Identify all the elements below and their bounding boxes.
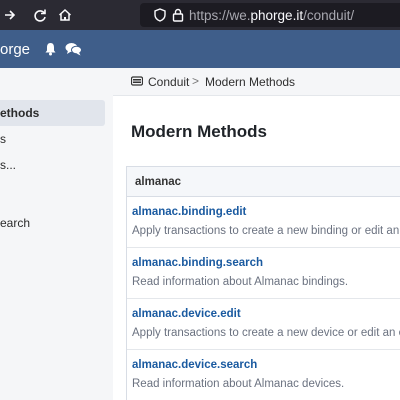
conduit-icon xyxy=(131,76,143,86)
group-header: almanac xyxy=(127,167,400,197)
breadcrumb-current: Modern Methods xyxy=(205,75,296,89)
method-description: Apply transactions to create a new devic… xyxy=(132,327,400,339)
list-item[interactable]: almanac.device.search Read information a… xyxy=(127,350,400,400)
sidebar-item-label: s xyxy=(0,132,6,146)
method-list: almanac almanac.binding.edit Apply trans… xyxy=(126,166,400,400)
home-icon[interactable] xyxy=(57,7,73,23)
sidebar-item-modern-methods[interactable]: ethods xyxy=(0,100,105,126)
page-title: Modern Methods xyxy=(131,122,267,141)
url-text[interactable]: https://we.phorge.it/conduit/ xyxy=(189,8,354,23)
url-prefix: https://we. xyxy=(189,8,251,23)
sidebar-item-label: s... xyxy=(0,158,17,172)
sidebar-item-2[interactable]: s xyxy=(0,126,105,152)
method-link[interactable]: almanac.binding.search xyxy=(132,257,400,269)
sidebar-item-3[interactable]: s... xyxy=(0,152,105,178)
list-item[interactable]: almanac.binding.edit Apply transactions … xyxy=(127,197,400,248)
chat-bubbles-icon[interactable] xyxy=(65,42,82,56)
sidebar-item-label: earch xyxy=(0,216,31,230)
lock-icon[interactable] xyxy=(170,7,186,23)
method-description: Read information about Almanac devices. xyxy=(132,378,345,390)
breadcrumb-conduit[interactable]: Conduit xyxy=(148,75,189,89)
app-header xyxy=(0,30,400,68)
shield-icon[interactable] xyxy=(152,7,168,23)
forward-arrow-icon[interactable] xyxy=(2,7,18,23)
url-path: /conduit/ xyxy=(303,8,355,23)
bell-icon[interactable] xyxy=(44,42,57,56)
url-domain: phorge.it xyxy=(250,8,304,23)
method-description: Apply transactions to create a new bindi… xyxy=(132,225,400,237)
list-item[interactable]: almanac.device.edit Apply transactions t… xyxy=(127,299,400,350)
method-link[interactable]: almanac.device.search xyxy=(132,359,400,371)
sidebar-item-label: ethods xyxy=(0,106,40,120)
breadcrumb-separator: > xyxy=(192,74,200,88)
brand-name[interactable]: orge xyxy=(0,41,30,58)
sidebar-item-search[interactable]: earch xyxy=(0,210,105,236)
list-item[interactable]: almanac.binding.search Read information … xyxy=(127,248,400,299)
method-link[interactable]: almanac.binding.edit xyxy=(132,206,400,218)
method-link[interactable]: almanac.device.edit xyxy=(132,308,400,320)
method-description: Read information about Almanac bindings. xyxy=(132,276,349,288)
reload-icon[interactable] xyxy=(32,7,48,23)
